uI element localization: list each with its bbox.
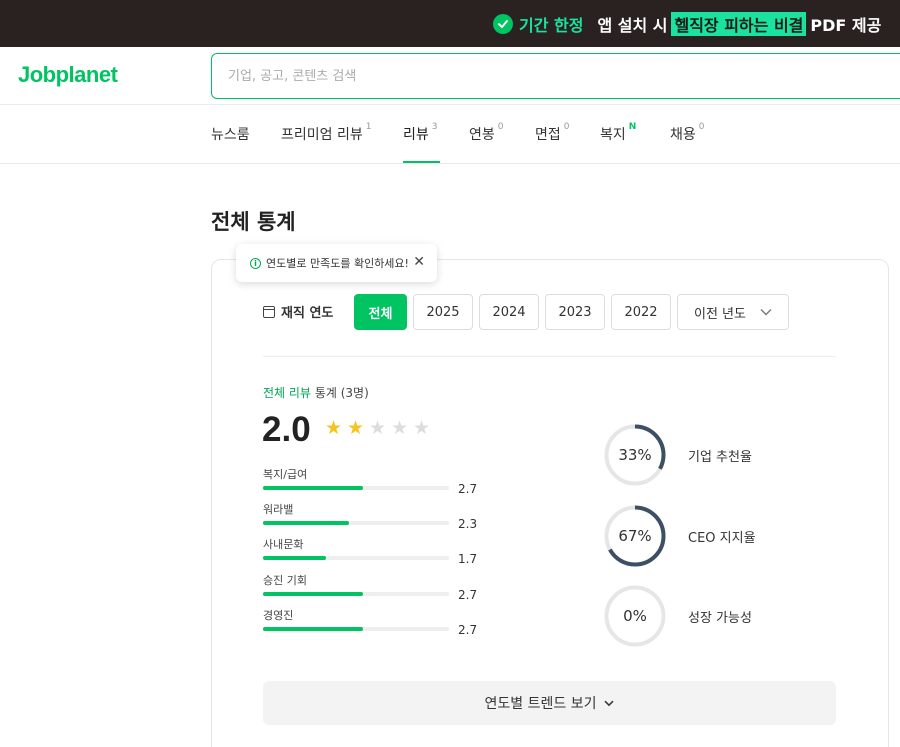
ceo-approval-ring: 67%: [604, 505, 666, 567]
category-bar-track: [263, 556, 449, 560]
category-bar-track: [263, 627, 449, 631]
category-bar-fill: [263, 521, 349, 525]
category-name: 승진 기회: [263, 574, 307, 587]
ring-percent: 33%: [618, 446, 652, 464]
star-empty-icon: ★: [391, 417, 409, 439]
year-chip-2024[interactable]: 2024: [479, 294, 539, 330]
ring-percent: 67%: [618, 527, 652, 545]
category-name: 경영진: [263, 609, 294, 622]
trend-button-label: 연도별 트렌드 보기: [484, 696, 597, 712]
chevron-down-icon: [604, 697, 614, 710]
tab-label: 면접: [535, 127, 561, 143]
year-chip-all[interactable]: 전체: [354, 294, 407, 330]
promo-time-label: 기간 한정: [519, 16, 584, 35]
star-empty-icon: ★: [413, 417, 431, 439]
yearly-trend-button[interactable]: 연도별 트렌드 보기: [263, 681, 836, 725]
search-input[interactable]: [212, 54, 900, 98]
star-filled-icon: ★: [325, 417, 343, 439]
category-row: 사내문화 1.7: [263, 536, 478, 566]
year-filter-text: 재직 연도: [281, 306, 334, 321]
tab-label: 연봉: [469, 127, 495, 143]
tab-premium-review[interactable]: 프리미엄 리뷰 1: [281, 122, 372, 144]
category-value: 2.7: [458, 482, 478, 496]
dropdown-label: 이전 년도: [694, 306, 746, 322]
tab-count: 3: [431, 122, 438, 132]
jobplanet-logo[interactable]: Jobplanet: [18, 62, 118, 88]
category-name: 복지/급여: [263, 468, 308, 481]
tab-count: 0: [563, 122, 570, 132]
chevron-down-icon: [760, 306, 772, 319]
tab-review[interactable]: 리뷰 3: [403, 122, 438, 144]
category-value: 1.7: [458, 552, 478, 566]
category-row: 복지/급여 2.7: [263, 466, 478, 496]
search-box[interactable]: [211, 53, 900, 99]
category-row: 경영진 2.7: [263, 607, 478, 637]
site-header: Jobplanet: [0, 47, 900, 105]
tooltip-text: 연도별로 만족도를 확인하세요!: [266, 257, 409, 270]
category-bar-fill: [263, 556, 327, 560]
year-chip-2022[interactable]: 2022: [611, 294, 671, 330]
recommend-ring: 33%: [604, 424, 666, 486]
category-bar-track: [263, 521, 449, 525]
tab-newsroom[interactable]: 뉴스룸: [211, 124, 250, 144]
promo-content: 기간 한정 앱 설치 시 헬직장 피하는 비결 PDF 제공: [493, 12, 881, 36]
tab-jobs[interactable]: 채용 0: [670, 122, 705, 144]
tab-count: 1: [365, 122, 372, 132]
new-badge: N: [628, 122, 637, 132]
category-value: 2.7: [458, 623, 478, 637]
category-name: 워라밸: [263, 503, 294, 516]
previous-years-dropdown[interactable]: 이전 년도: [677, 294, 789, 330]
check-icon: [493, 14, 513, 34]
close-icon[interactable]: ✕: [413, 254, 425, 270]
category-bar-fill: [263, 592, 364, 596]
category-bar-track: [263, 592, 449, 596]
ring-name: CEO 지지율: [688, 531, 756, 546]
company-tabs: 뉴스룸 프리미엄 리뷰 1 리뷰 3 연봉 0 면접 0 복지 N 채용 0: [0, 105, 900, 164]
active-tab-indicator: [403, 161, 440, 163]
category-bar-track: [263, 486, 449, 490]
star-rating: ★ ★ ★ ★ ★: [325, 418, 435, 438]
tab-label: 채용: [670, 127, 696, 143]
tab-benefits[interactable]: 복지 N: [600, 122, 637, 144]
category-bar-fill: [263, 486, 364, 490]
category-bar-fill: [263, 627, 364, 631]
divider: [263, 356, 836, 357]
tab-label: 리뷰: [403, 127, 429, 143]
tab-label: 프리미엄 리뷰: [281, 127, 363, 143]
promo-text-before: 앱 설치 시: [597, 16, 668, 35]
year-chip-2025[interactable]: 2025: [413, 294, 473, 330]
ring-percent: 0%: [623, 607, 647, 625]
page-title: 전체 통계: [211, 210, 296, 234]
year-tooltip: i 연도별로 만족도를 확인하세요! ✕: [236, 244, 437, 282]
year-filter-label: 재직 연도: [263, 302, 333, 321]
stats-header-rest: 통계 (3명): [314, 386, 369, 400]
tab-salary[interactable]: 연봉 0: [469, 122, 504, 144]
stats-header: 전체 리뷰 통계 (3명): [263, 384, 369, 401]
info-icon: i: [250, 257, 261, 269]
year-chip-2023[interactable]: 2023: [545, 294, 605, 330]
category-value: 2.3: [458, 517, 478, 531]
ring-name: 성장 가능성: [688, 611, 752, 626]
star-filled-icon: ★: [347, 417, 365, 439]
ring-name: 기업 추천율: [688, 450, 752, 465]
tab-count: 0: [497, 122, 504, 132]
category-row: 승진 기회 2.7: [263, 572, 478, 602]
category-name: 사내문화: [263, 538, 304, 551]
promo-banner[interactable]: 기간 한정 앱 설치 시 헬직장 피하는 비결 PDF 제공: [0, 0, 900, 47]
category-value: 2.7: [458, 588, 478, 602]
tab-label: 뉴스룸: [211, 127, 250, 143]
tab-label: 복지: [600, 127, 626, 143]
promo-highlight: 헬직장 피하는 비결: [671, 12, 807, 36]
calendar-icon: [263, 305, 275, 318]
tab-interview[interactable]: 면접 0: [535, 122, 570, 144]
overall-score: 2.0: [262, 410, 311, 449]
stats-header-highlight: 전체 리뷰: [263, 386, 311, 400]
growth-ring: 0%: [604, 585, 666, 647]
star-empty-icon: ★: [369, 417, 387, 439]
tab-count: 0: [698, 122, 705, 132]
promo-text-after: PDF 제공: [810, 16, 882, 35]
category-row: 워라밸 2.3: [263, 501, 478, 531]
